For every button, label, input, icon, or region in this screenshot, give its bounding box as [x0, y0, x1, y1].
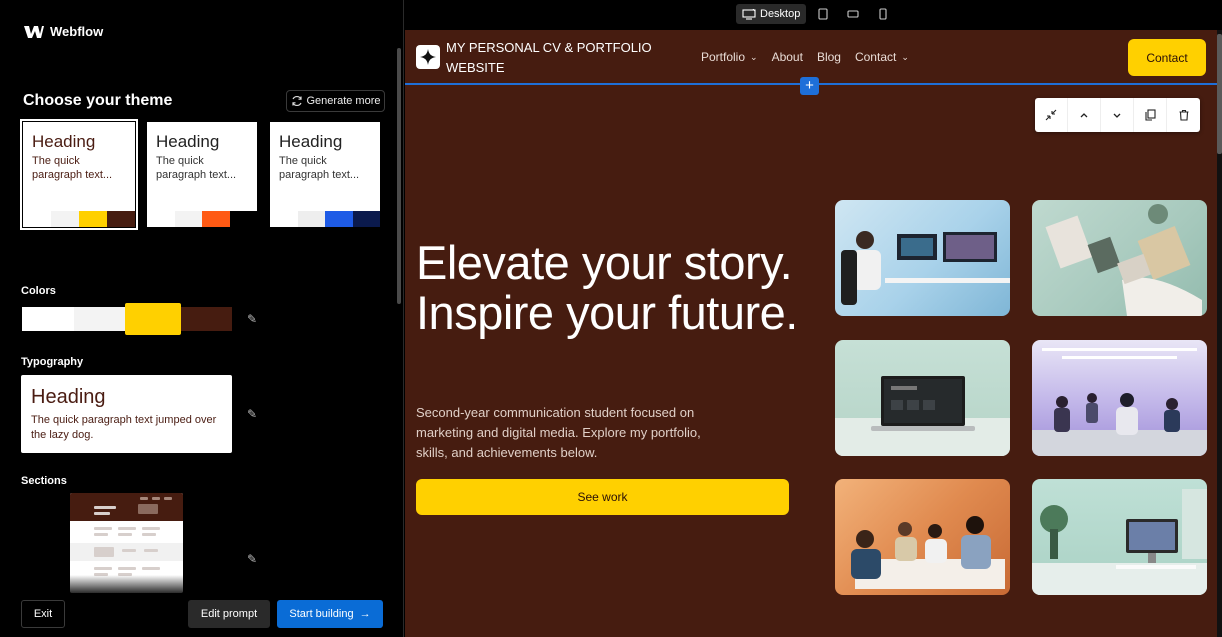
- photo-workspace-desk: [835, 200, 1010, 316]
- exit-button[interactable]: Exit: [21, 600, 65, 628]
- mobile-icon: [879, 8, 887, 20]
- generate-more-label: Generate more: [306, 95, 381, 107]
- device-toolbar: Desktop: [405, 0, 1222, 30]
- theme-card-swatches: [23, 211, 135, 227]
- webflow-logo-icon: [24, 25, 44, 38]
- photo-classroom: [1032, 340, 1207, 456]
- color-swatch-4[interactable]: [180, 307, 232, 331]
- sections-label: Sections: [21, 475, 67, 487]
- start-building-button[interactable]: Start building →: [277, 600, 383, 628]
- theme-section-title: Choose your theme: [23, 92, 173, 109]
- collapse-icon[interactable]: [1035, 98, 1068, 132]
- nav-item-portfolio[interactable]: Portfolio ⌄: [701, 50, 758, 64]
- theme-card-paragraph: The quick paragraph text...: [279, 155, 360, 181]
- duplicate-icon[interactable]: [1134, 98, 1167, 132]
- colors-label: Colors: [21, 285, 56, 297]
- theme-card-3[interactable]: Heading The quick paragraph text...: [270, 122, 380, 227]
- typography-label: Typography: [21, 356, 84, 368]
- tablet-icon: [818, 8, 828, 20]
- see-work-button[interactable]: See work: [416, 479, 789, 515]
- start-building-label: Start building: [289, 608, 354, 620]
- typography-heading: Heading: [31, 386, 106, 408]
- hero-subtitle[interactable]: Second-year communication student focuse…: [416, 403, 706, 463]
- move-down-icon[interactable]: [1101, 98, 1134, 132]
- nav-item-blog[interactable]: Blog: [817, 50, 841, 64]
- refresh-icon: [291, 95, 302, 107]
- section-toolbar: [1035, 98, 1200, 132]
- hero-title[interactable]: Elevate your story. Inspire your future.: [416, 238, 816, 338]
- photo-home-office: [1032, 479, 1207, 595]
- site-preview-canvas[interactable]: MY PERSONAL CV & PORTFOLIO WEBSITE Portf…: [405, 30, 1217, 637]
- move-up-icon[interactable]: [1068, 98, 1101, 132]
- theme-card-paragraph: The quick paragraph text...: [32, 155, 113, 181]
- edit-sections-pencil-icon[interactable]: ✎: [247, 552, 259, 566]
- nav-contact-label: Contact: [854, 50, 897, 64]
- brand-name[interactable]: MY PERSONAL CV & PORTFOLIO WEBSITE: [446, 38, 676, 78]
- color-swatch-2[interactable]: [73, 307, 125, 331]
- nav-item-contact[interactable]: Contact ⌄: [855, 50, 909, 64]
- site-nav-links: Portfolio ⌄ About Blog Contact ⌄: [701, 50, 909, 64]
- contact-button[interactable]: Contact: [1128, 39, 1206, 76]
- color-swatch-3[interactable]: [125, 303, 181, 335]
- edit-colors-pencil-icon[interactable]: ✎: [247, 312, 259, 326]
- typography-paragraph: The quick paragraph text jumped over the…: [31, 414, 217, 441]
- desktop-label: Desktop: [760, 8, 801, 20]
- theme-card-heading: Heading: [32, 132, 96, 151]
- desktop-icon: [742, 8, 756, 20]
- arrow-right-icon: →: [359, 608, 371, 620]
- photo-team-meeting: [835, 479, 1010, 595]
- theme-card-swatches: [270, 211, 380, 227]
- panel-scrollbar[interactable]: [397, 48, 401, 304]
- app-name: Webflow: [50, 24, 104, 39]
- edit-prompt-button[interactable]: Edit prompt: [188, 600, 270, 628]
- desktop-view-button[interactable]: Desktop: [736, 4, 807, 24]
- nav-item-about[interactable]: About: [772, 50, 803, 64]
- color-swatch-1[interactable]: [22, 307, 74, 331]
- typography-preview[interactable]: Heading The quick paragraph text jumped …: [21, 375, 232, 453]
- theme-panel: Webflow Choose your theme Generate more …: [0, 0, 404, 637]
- theme-card-paragraph: The quick paragraph text...: [156, 155, 237, 181]
- generate-more-button[interactable]: Generate more: [286, 90, 385, 112]
- tablet-view-button[interactable]: [816, 4, 830, 24]
- webflow-logo[interactable]: Webflow: [24, 24, 103, 39]
- add-section-plus-icon[interactable]: +: [800, 77, 819, 95]
- delete-icon[interactable]: [1167, 98, 1200, 132]
- canvas-scrollbar[interactable]: [1217, 30, 1222, 637]
- mobile-view-button[interactable]: [876, 4, 890, 24]
- color-palette[interactable]: [22, 303, 232, 335]
- theme-card-2[interactable]: Heading The quick paragraph text...: [147, 122, 257, 227]
- theme-card-heading: Heading: [156, 132, 220, 151]
- photo-laptop-desk: [835, 340, 1010, 456]
- brand-sparkle-icon[interactable]: [416, 45, 440, 69]
- edit-typography-pencil-icon[interactable]: ✎: [247, 407, 259, 421]
- nav-portfolio-label: Portfolio: [701, 50, 746, 64]
- chevron-down-icon: ⌄: [901, 51, 909, 62]
- tablet-landscape-view-button[interactable]: [846, 4, 860, 24]
- photo-stationery-flatlay: [1032, 200, 1207, 316]
- theme-card-1[interactable]: Heading The quick paragraph text...: [20, 119, 138, 230]
- theme-card-swatches: [147, 211, 257, 227]
- chevron-down-icon: ⌄: [750, 51, 758, 62]
- tablet-landscape-icon: [847, 10, 859, 18]
- theme-card-heading: Heading: [279, 132, 343, 151]
